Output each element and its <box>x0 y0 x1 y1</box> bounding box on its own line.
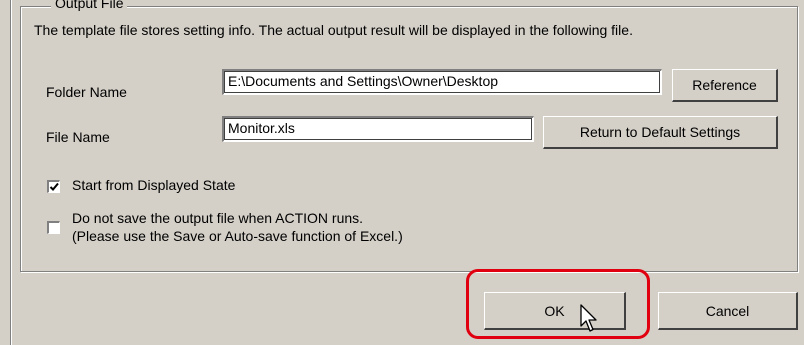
ok-highlight-box <box>466 269 650 339</box>
cancel-button[interactable]: Cancel <box>658 292 798 330</box>
folder-name-label: Folder Name <box>46 84 127 100</box>
start-from-displayed-checkbox[interactable] <box>47 180 60 193</box>
output-description: The template file stores setting info. T… <box>34 22 633 38</box>
file-name-input[interactable]: Monitor.xls <box>222 116 534 142</box>
output-settings-dialog: Output File The template file stores set… <box>0 0 804 345</box>
folder-name-input[interactable]: E:\Documents and Settings\Owner\Desktop <box>222 69 662 95</box>
arrow-cursor-icon <box>580 304 597 332</box>
check-icon <box>49 182 59 191</box>
reference-button[interactable]: Reference <box>672 69 778 102</box>
do-not-save-checkbox[interactable] <box>47 221 60 234</box>
do-not-save-label-line1[interactable]: Do not save the output file when ACTION … <box>72 210 363 226</box>
return-to-default-button[interactable]: Return to Default Settings <box>543 116 778 149</box>
start-from-displayed-label[interactable]: Start from Displayed State <box>72 177 235 193</box>
groupbox-title: Output File <box>51 0 128 11</box>
do-not-save-label-line2: (Please use the Save or Auto-save functi… <box>72 228 403 244</box>
file-name-label: File Name <box>46 129 110 145</box>
